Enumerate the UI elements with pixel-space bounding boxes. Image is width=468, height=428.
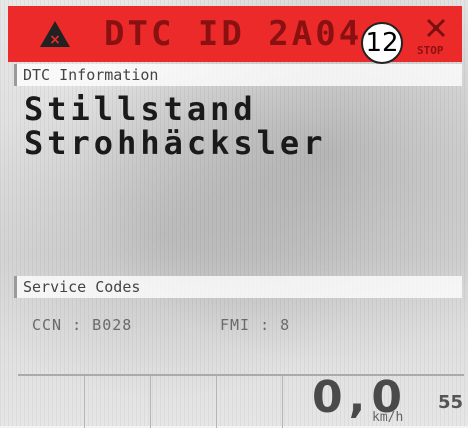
dtc-header-bar: × DTC ID 2A04 12 STOP — [8, 6, 462, 64]
ccn-code: CCN : B028 — [32, 316, 133, 334]
service-codes-row: CCN : B028 FMI : 8 — [14, 302, 462, 362]
stop-cross-icon — [426, 18, 446, 38]
grid-divider — [84, 376, 85, 428]
fmi-code: FMI : 8 — [220, 316, 291, 334]
grid-divider — [282, 376, 283, 428]
svg-text:×: × — [49, 32, 61, 48]
right-value: 55 — [438, 392, 464, 413]
stop-label: STOP — [417, 44, 444, 57]
speed-unit: km/h — [372, 410, 404, 425]
dtc-id-title: DTC ID 2A04 — [104, 14, 363, 54]
dtc-message-line1: Stillstand — [24, 90, 257, 128]
stop-indicator: STOP — [415, 16, 457, 62]
dtc-count-badge: 12 — [361, 22, 403, 64]
dtc-message-line2: Strohhäcksler — [24, 124, 327, 162]
grid-divider — [150, 376, 151, 428]
dtc-information-label: DTC Information — [14, 64, 462, 86]
grid-divider — [216, 376, 217, 428]
display-screen: × DTC ID 2A04 12 STOP DTC Information St… — [0, 0, 468, 428]
warning-triangle-icon: × — [40, 21, 70, 48]
service-codes-label: Service Codes — [14, 276, 462, 298]
